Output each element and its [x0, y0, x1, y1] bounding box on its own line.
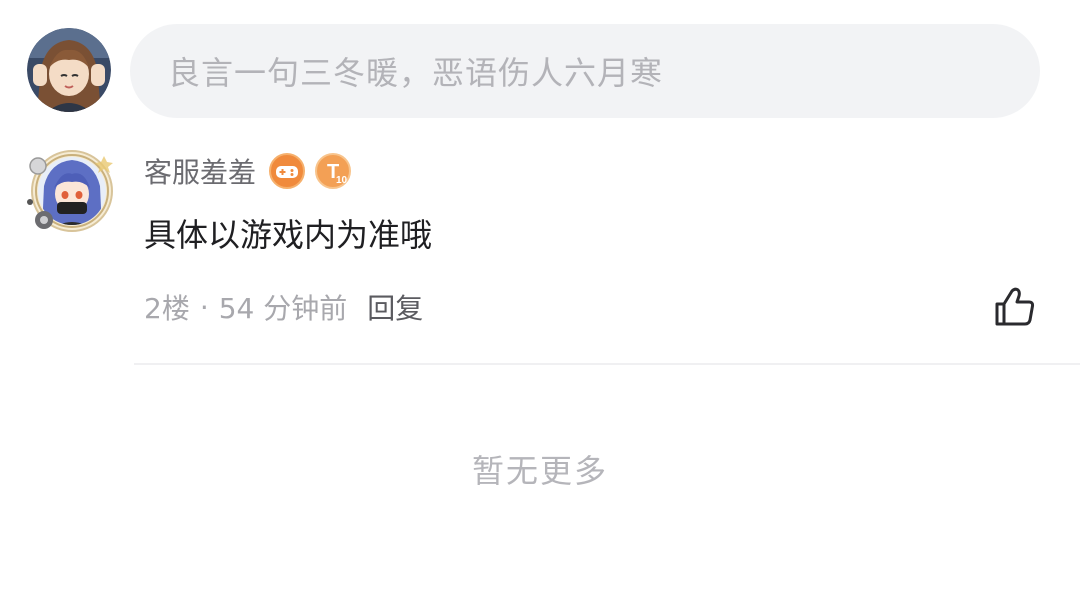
comment-time: 54 分钟前	[218, 292, 348, 325]
comment-floor: 2楼	[144, 292, 190, 325]
comment-page: 良言一句三冬暖，恶语伤人六月寒 客服羞羞 T 10 具体以游戏内为准哦 2楼 ·…	[0, 0, 1080, 606]
comment-author-name[interactable]: 客服羞羞	[144, 151, 256, 191]
comment-author-row: 客服羞羞 T 10	[144, 150, 352, 192]
thumbs-up-icon	[995, 287, 1035, 326]
meta-separator: ·	[199, 290, 209, 324]
game-controller-badge-icon	[268, 152, 306, 190]
t10-badge-number: 10	[336, 175, 348, 186]
comment-input-placeholder: 良言一句三冬暖，恶语伤人六月寒	[168, 54, 664, 92]
t10-level-badge-icon: T 10	[314, 152, 352, 190]
comment-meta-row: 2楼 · 54 分钟前 回复	[144, 287, 423, 327]
divider	[134, 363, 1080, 365]
like-button[interactable]	[994, 287, 1036, 327]
comment-input[interactable]: 良言一句三冬暖，恶语伤人六月寒	[130, 24, 1040, 118]
comment-body: 具体以游戏内为准哦	[144, 216, 433, 254]
current-user-avatar[interactable]	[27, 28, 111, 112]
commenter-avatar[interactable]	[24, 150, 116, 236]
reply-button[interactable]: 回复	[367, 287, 423, 327]
no-more-text: 暂无更多	[471, 452, 608, 490]
